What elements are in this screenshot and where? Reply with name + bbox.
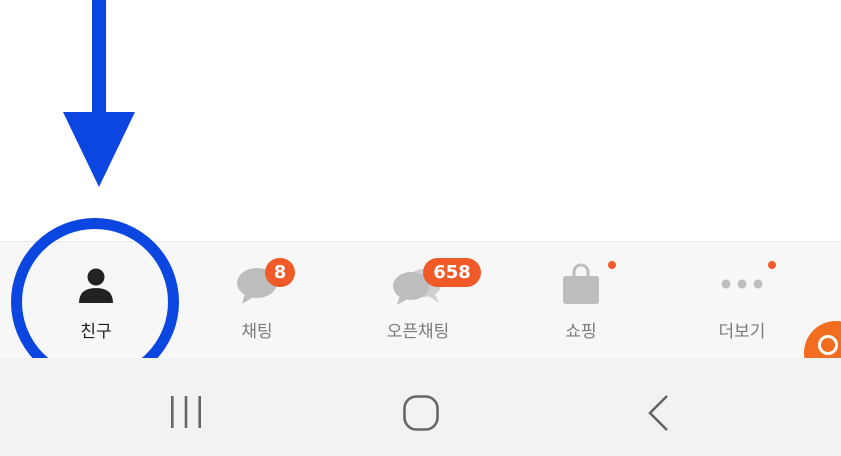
new-indicator-dot <box>768 261 776 269</box>
system-navigation-bar <box>0 358 841 456</box>
tab-label-openchat: 오픈채팅 <box>386 322 450 342</box>
tab-openchat[interactable]: 658 오픈채팅 <box>334 242 502 359</box>
unread-count-badge: 8 <box>265 258 295 287</box>
home-icon[interactable] <box>402 394 440 432</box>
floating-button-icon <box>818 335 838 355</box>
tab-label-more: 더보기 <box>718 322 766 342</box>
tab-more[interactable]: 더보기 <box>658 242 826 359</box>
tab-chats[interactable]: 8 채팅 <box>173 242 341 359</box>
annotation-arrow-head <box>63 112 135 187</box>
tab-label-shopping: 쇼핑 <box>565 322 597 342</box>
tab-label-chats: 채팅 <box>241 322 273 342</box>
new-indicator-dot <box>608 261 616 269</box>
annotation-arrow-shaft <box>92 0 106 118</box>
shopping-bag-icon <box>563 263 599 304</box>
unread-count-badge: 658 <box>423 258 481 287</box>
back-icon[interactable] <box>646 394 672 432</box>
more-dots-icon <box>721 279 763 289</box>
tab-shopping[interactable]: 쇼핑 <box>497 242 665 359</box>
recent-apps-icon[interactable] <box>168 395 204 429</box>
